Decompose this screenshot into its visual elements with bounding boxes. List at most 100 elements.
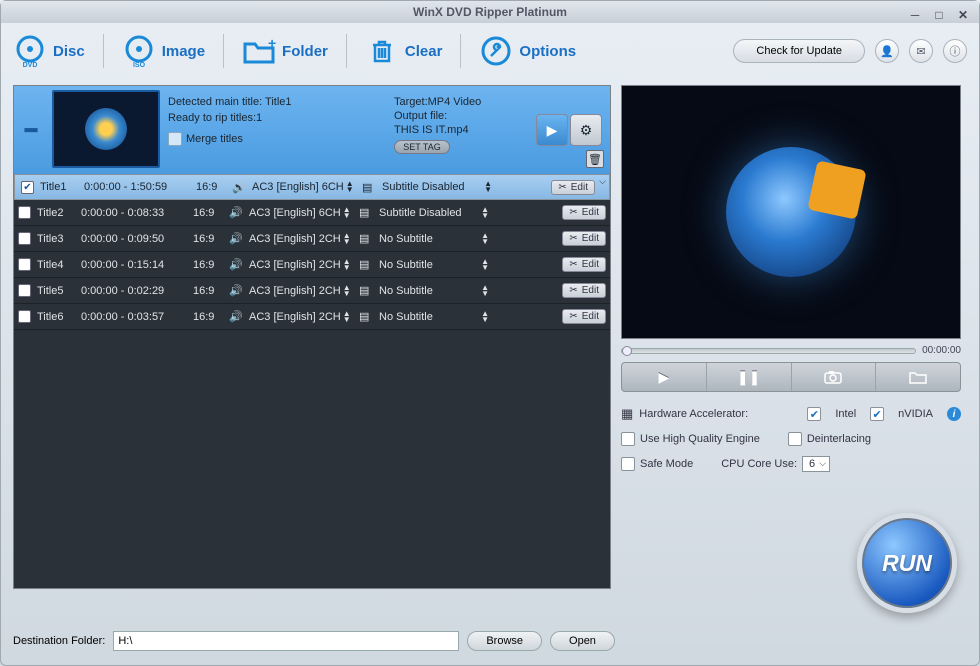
nvidia-label: nVIDIA [898, 408, 933, 420]
safe-mode-checkbox[interactable] [621, 457, 635, 471]
folder-plus-icon: + [242, 34, 276, 68]
nvidia-checkbox[interactable]: ✔ [870, 407, 884, 421]
edit-button[interactable]: ✂Edit [551, 180, 595, 195]
subtitle-select[interactable]: No Subtitle▲▼ [379, 285, 489, 297]
audio-track-select[interactable]: AC3 [English] 2CH▲▼ [249, 259, 353, 271]
scissors-icon: ✂ [569, 207, 577, 218]
pause-button[interactable]: ❚❚ [707, 363, 792, 391]
minimize-icon[interactable]: ─ [907, 4, 923, 18]
info-icon[interactable]: ⓘ [943, 39, 967, 63]
run-button[interactable]: RUN [857, 513, 957, 613]
title-row[interactable]: Title60:00:00 - 0:03:5716:9🔊AC3 [English… [14, 304, 610, 330]
subtitle-icon: ▤ [362, 181, 376, 194]
subtitle-select[interactable]: No Subtitle▲▼ [379, 311, 489, 323]
subtitle-icon: ▤ [359, 284, 373, 297]
title-list-panel: ━ Detected main title: Title1 Ready to r… [13, 85, 611, 589]
audio-track-select[interactable]: AC3 [English] 2CH▲▼ [249, 311, 353, 323]
preview-disc-icon [726, 147, 856, 277]
title-name: Title4 [37, 259, 75, 271]
safe-mode-label: Safe Mode [640, 458, 693, 470]
title-row[interactable]: Title30:00:00 - 0:09:5016:9🔊AC3 [English… [14, 226, 610, 252]
title-duration: 0:00:00 - 0:08:33 [81, 207, 187, 219]
svg-text:DVD: DVD [23, 62, 38, 68]
destination-input[interactable] [113, 631, 459, 651]
clear-button[interactable]: Clear [365, 34, 443, 68]
deinterlacing-checkbox[interactable] [788, 432, 802, 446]
title-checkbox[interactable] [18, 284, 31, 297]
set-tag-button[interactable]: SET TAG [394, 140, 450, 154]
close-icon[interactable]: ✕ [955, 4, 971, 18]
snapshot-button[interactable] [792, 363, 877, 391]
title-thumbnail[interactable] [52, 90, 160, 168]
check-update-button[interactable]: Check for Update [733, 39, 865, 63]
maximize-icon[interactable]: □ [931, 4, 947, 18]
title-duration: 0:00:00 - 0:15:14 [81, 259, 187, 271]
title-checkbox[interactable]: ✔ [21, 181, 34, 194]
folder-button[interactable]: + Folder [242, 34, 328, 68]
deinterlacing-label: Deinterlacing [807, 433, 871, 445]
subtitle-select[interactable]: No Subtitle▲▼ [379, 233, 489, 245]
edit-button[interactable]: ✂Edit [562, 205, 606, 220]
seek-bar[interactable] [621, 348, 916, 354]
subtitle-select[interactable]: Subtitle Disabled▲▼ [379, 207, 489, 219]
main-title-card: ━ Detected main title: Title1 Ready to r… [14, 86, 610, 174]
title-row[interactable]: ✔Title10:00:00 - 1:50:5916:9🔊AC3 [Englis… [14, 174, 610, 200]
speaker-icon: 🔊 [229, 310, 243, 323]
destination-label: Destination Folder: [13, 635, 105, 647]
subtitle-select[interactable]: Subtitle Disabled▲▼ [382, 181, 492, 193]
subtitle-icon: ▤ [359, 310, 373, 323]
open-button[interactable]: Open [550, 631, 615, 651]
edit-button[interactable]: ✂Edit [562, 309, 606, 324]
browse-button[interactable]: Browse [467, 631, 542, 651]
cpu-core-label: CPU Core Use: [721, 458, 797, 470]
dvd-disc-icon: DVD [13, 34, 47, 68]
title-checkbox[interactable] [18, 310, 31, 323]
title-row[interactable]: Title50:00:00 - 0:02:2916:9🔊AC3 [English… [14, 278, 610, 304]
audio-track-select[interactable]: AC3 [English] 6CH▲▼ [249, 207, 353, 219]
preview-play-icon[interactable]: ▶ [536, 114, 568, 146]
speaker-icon: 🔊 [229, 206, 243, 219]
scissors-icon: ✂ [569, 259, 577, 270]
title-checkbox[interactable] [18, 206, 31, 219]
open-folder-button[interactable] [876, 363, 960, 391]
edit-button[interactable]: ✂Edit [562, 231, 606, 246]
svg-text:+: + [268, 36, 276, 51]
camera-icon [824, 370, 842, 384]
collapse-button[interactable]: ━ [18, 90, 44, 170]
subtitle-icon: ▤ [359, 232, 373, 245]
title-checkbox[interactable] [18, 232, 31, 245]
merge-titles-checkbox[interactable] [168, 132, 182, 146]
scissors-icon: ✂ [569, 311, 577, 322]
play-button[interactable]: ▶ [622, 363, 707, 391]
subtitle-select[interactable]: No Subtitle▲▼ [379, 259, 489, 271]
settings-gear-icon[interactable]: ⚙ [570, 114, 602, 146]
mail-icon[interactable]: ✉ [909, 39, 933, 63]
playback-time: 00:00:00 [922, 345, 961, 356]
account-icon[interactable]: 👤 [875, 39, 899, 63]
title-checkbox[interactable] [18, 258, 31, 271]
title-name: Title3 [37, 233, 75, 245]
disc-button[interactable]: DVD Disc [13, 34, 85, 68]
speaker-icon: 🔊 [229, 284, 243, 297]
intel-checkbox[interactable]: ✔ [807, 407, 821, 421]
title-name: Title6 [37, 311, 75, 323]
image-button[interactable]: ISO Image [122, 34, 205, 68]
hwaccel-info-icon[interactable]: i [947, 407, 961, 421]
trash-icon [365, 34, 399, 68]
speaker-icon: 🔊 [232, 181, 246, 194]
delete-title-icon[interactable]: 🗑 [586, 150, 604, 168]
scissors-icon: ✂ [569, 285, 577, 296]
edit-button[interactable]: ✂Edit [562, 283, 606, 298]
toolbar: DVD Disc ISO Image + Folder Clear Option… [1, 23, 979, 79]
ready-titles-label: Ready to rip titles:1 [168, 112, 386, 124]
cpu-core-select[interactable]: 6 [802, 456, 830, 472]
title-row[interactable]: Title20:00:00 - 0:08:3316:9🔊AC3 [English… [14, 200, 610, 226]
edit-button[interactable]: ✂Edit [562, 257, 606, 272]
audio-track-select[interactable]: AC3 [English] 6CH▲▼ [252, 181, 356, 193]
title-aspect: 16:9 [193, 233, 223, 245]
audio-track-select[interactable]: AC3 [English] 2CH▲▼ [249, 233, 353, 245]
hq-engine-checkbox[interactable] [621, 432, 635, 446]
audio-track-select[interactable]: AC3 [English] 2CH▲▼ [249, 285, 353, 297]
options-button[interactable]: Options [479, 34, 576, 68]
title-row[interactable]: Title40:00:00 - 0:15:1416:9🔊AC3 [English… [14, 252, 610, 278]
